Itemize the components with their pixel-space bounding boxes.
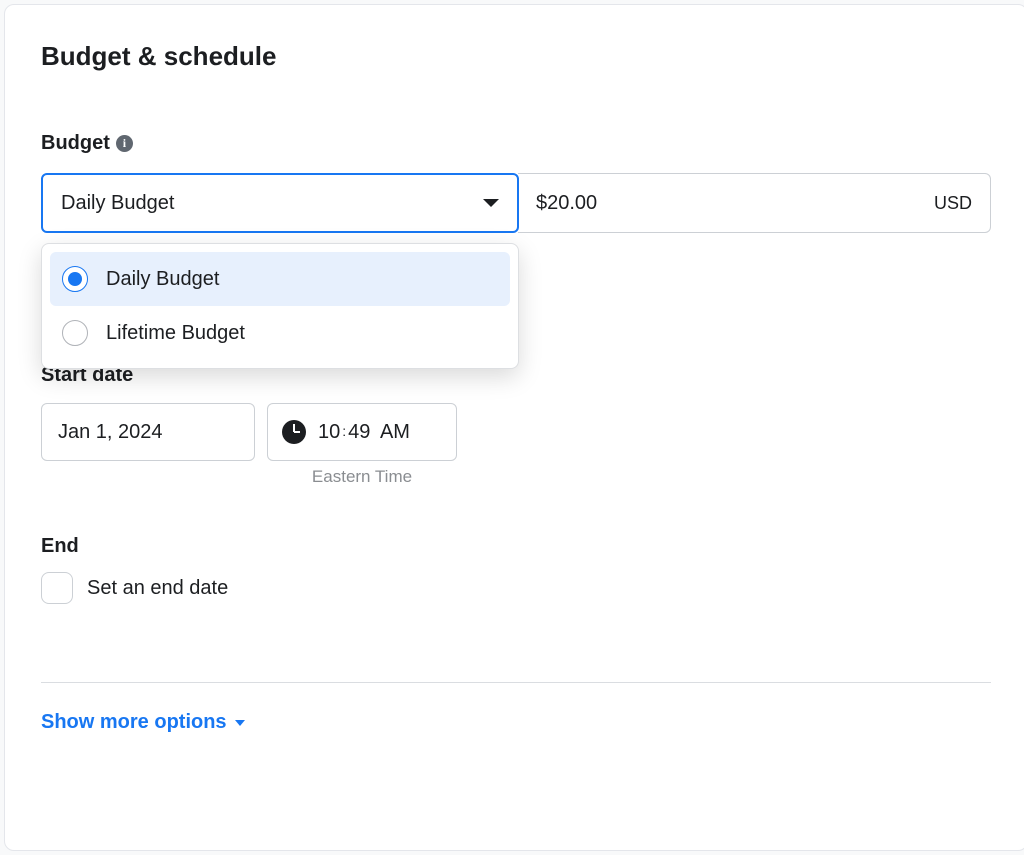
dropdown-option-lifetime[interactable]: Lifetime Budget	[50, 306, 510, 360]
end-date-checkbox[interactable]	[41, 572, 73, 604]
info-icon[interactable]: i	[116, 135, 133, 152]
time-ampm: AM	[380, 421, 410, 444]
start-time-value: 10:49 AM	[318, 421, 410, 444]
budget-select-wrapper: Daily Budget Daily Budget Lifetime Budge…	[41, 173, 519, 233]
budget-amount-input[interactable]: $20.00 USD	[518, 173, 991, 233]
end-date-checkbox-label: Set an end date	[87, 577, 228, 600]
budget-label: Budget	[41, 132, 110, 155]
chevron-down-icon	[235, 720, 245, 726]
time-minute: 49	[348, 421, 370, 444]
budget-schedule-card: Budget & schedule Budget i Daily Budget …	[4, 4, 1024, 851]
radio-icon	[62, 320, 88, 346]
dropdown-option-label: Daily Budget	[106, 268, 219, 291]
dropdown-option-daily[interactable]: Daily Budget	[50, 252, 510, 306]
end-date-checkbox-row: Set an end date	[41, 572, 991, 604]
chevron-down-icon	[483, 199, 499, 207]
budget-label-row: Budget i	[41, 132, 991, 155]
start-time-column: 10:49 AM Eastern Time	[267, 403, 457, 487]
budget-type-select[interactable]: Daily Budget	[41, 173, 519, 233]
divider	[41, 682, 991, 683]
start-date-value: Jan 1, 2024	[58, 421, 163, 444]
start-time-input[interactable]: 10:49 AM	[267, 403, 457, 461]
start-date-time-row: Jan 1, 2024 10:49 AM Eastern Time	[41, 403, 991, 487]
clock-icon	[282, 420, 306, 444]
show-more-label: Show more options	[41, 711, 227, 734]
budget-select-value: Daily Budget	[61, 192, 174, 215]
dropdown-option-label: Lifetime Budget	[106, 322, 245, 345]
budget-type-dropdown: Daily Budget Lifetime Budget	[41, 243, 519, 369]
budget-amount-value: $20.00	[536, 192, 597, 215]
show-more-options-link[interactable]: Show more options	[41, 711, 991, 734]
budget-currency: USD	[934, 193, 972, 214]
section-title: Budget & schedule	[41, 41, 991, 72]
budget-row: Daily Budget Daily Budget Lifetime Budge…	[41, 173, 991, 233]
time-hour: 10	[318, 421, 340, 444]
radio-icon	[62, 266, 88, 292]
start-date-input[interactable]: Jan 1, 2024	[41, 403, 255, 461]
end-label: End	[41, 535, 991, 558]
timezone-label: Eastern Time	[312, 467, 412, 487]
